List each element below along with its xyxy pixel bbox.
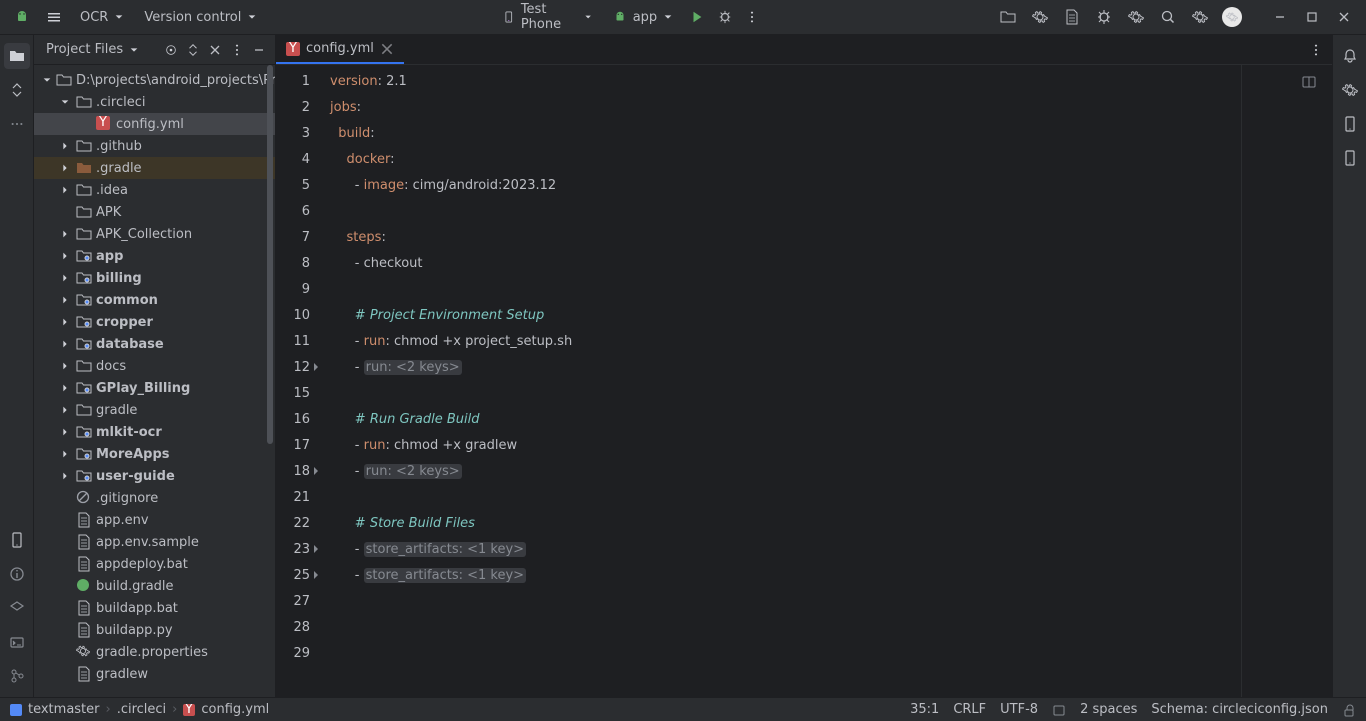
tree-item[interactable]: .github	[34, 135, 275, 157]
tree-item[interactable]: app	[34, 245, 275, 267]
file-tree[interactable]: D:\projects\android_projects\Pro .circle…	[34, 65, 275, 697]
lock-icon[interactable]	[1342, 703, 1356, 717]
structure-tool-button[interactable]	[4, 77, 30, 103]
sidebar-close[interactable]	[205, 40, 225, 60]
main-menu-button[interactable]	[40, 3, 68, 31]
sidebar-hide[interactable]	[249, 40, 269, 60]
bottom-tool-4[interactable]	[4, 629, 30, 655]
tree-item[interactable]: buildapp.bat	[34, 597, 275, 619]
editor-tabs: Y config.yml	[276, 35, 1332, 65]
right-tool-3[interactable]	[1337, 145, 1363, 171]
indent[interactable]: 2 spaces	[1080, 702, 1137, 717]
svg-text:Y: Y	[288, 42, 297, 56]
tree-item[interactable]: app.env.sample	[34, 531, 275, 553]
tree-item[interactable]: mlkit-ocr	[34, 421, 275, 443]
tree-item[interactable]: .idea	[34, 179, 275, 201]
sidebar-more[interactable]	[227, 40, 247, 60]
notifications-button[interactable]	[1337, 43, 1363, 69]
tree-item[interactable]: Yconfig.yml	[34, 113, 275, 135]
bottom-tool-1[interactable]	[4, 527, 30, 553]
window-minimize[interactable]	[1266, 3, 1294, 31]
cursor-position[interactable]: 35:1	[910, 702, 939, 717]
tree-item[interactable]: appdeploy.bat	[34, 553, 275, 575]
right-margin-line	[1241, 65, 1242, 697]
toolbar-icon-5[interactable]	[1122, 3, 1150, 31]
close-tab-icon[interactable]	[380, 42, 394, 56]
tree-item[interactable]: gradlew	[34, 663, 275, 685]
line-number-gutter: 1234567891011121516171821222325272829	[276, 65, 324, 697]
bottom-tool-5[interactable]	[4, 663, 30, 689]
run-config-selector[interactable]: app	[605, 3, 681, 31]
debug-button[interactable]	[713, 3, 737, 31]
account-avatar[interactable]	[1218, 3, 1246, 31]
tree-item[interactable]: app.env	[34, 509, 275, 531]
toolbar-icon-3[interactable]	[1058, 3, 1086, 31]
tree-item[interactable]: gradle	[34, 399, 275, 421]
app-logo-icon[interactable]	[8, 3, 36, 31]
code-editor[interactable]: 1234567891011121516171821222325272829 ve…	[276, 65, 1332, 697]
status-bar: textmaster › .circleci › Y config.yml 35…	[0, 697, 1366, 721]
select-opened-file[interactable]	[161, 40, 181, 60]
project-sidebar: Project Files D:\projects\android_projec…	[34, 35, 276, 697]
tree-scrollbar[interactable]	[267, 65, 275, 697]
tree-item[interactable]: build.gradle	[34, 575, 275, 597]
line-ending[interactable]: CRLF	[953, 702, 986, 717]
encoding[interactable]: UTF-8	[1000, 702, 1038, 717]
left-tool-stripe	[0, 35, 34, 697]
tree-item[interactable]: GPlay_Billing	[34, 377, 275, 399]
tree-item[interactable]: .gitignore	[34, 487, 275, 509]
project-tool-button[interactable]	[4, 43, 30, 69]
toolbar-icon-4[interactable]	[1090, 3, 1118, 31]
editor-area: Y config.yml 123456789101112151617182122…	[276, 35, 1332, 697]
window-close[interactable]	[1330, 3, 1358, 31]
tree-item[interactable]: .gradle	[34, 157, 275, 179]
tree-item[interactable]: docs	[34, 355, 275, 377]
more-run-button[interactable]	[740, 3, 764, 31]
more-tool-button[interactable]	[4, 111, 30, 137]
svg-text:Y: Y	[184, 704, 193, 716]
toolbar-icon-1[interactable]	[994, 3, 1022, 31]
reader-mode-icon[interactable]	[1298, 71, 1320, 93]
run-button[interactable]	[685, 3, 709, 31]
bottom-tool-2[interactable]	[4, 561, 30, 587]
right-tool-1[interactable]	[1337, 77, 1363, 103]
tree-item[interactable]: gradle.properties	[34, 641, 275, 663]
search-button[interactable]	[1154, 3, 1182, 31]
tab-more[interactable]	[1306, 40, 1326, 60]
tree-item[interactable]: cropper	[34, 311, 275, 333]
tree-item[interactable]: MoreApps	[34, 443, 275, 465]
device-selector[interactable]: Test Phone	[495, 3, 600, 31]
right-tool-stripe	[1332, 35, 1366, 697]
schema[interactable]: Schema: circleciconfig.json	[1151, 702, 1328, 717]
tree-item[interactable]: user-guide	[34, 465, 275, 487]
tree-item[interactable]: APK_Collection	[34, 223, 275, 245]
tree-item[interactable]: buildapp.py	[34, 619, 275, 641]
tree-item[interactable]: billing	[34, 267, 275, 289]
toolbar-icon-2[interactable]	[1026, 3, 1054, 31]
yaml-file-icon: Y	[286, 42, 300, 56]
bottom-tool-3[interactable]	[4, 595, 30, 621]
readonly-icon[interactable]	[1052, 703, 1066, 717]
tree-item[interactable]: common	[34, 289, 275, 311]
project-selector[interactable]: OCR	[72, 3, 132, 31]
project-view-selector[interactable]: Project Files	[40, 42, 145, 57]
tab-config-yml[interactable]: Y config.yml	[276, 35, 404, 64]
tree-item[interactable]: .circleci	[34, 91, 275, 113]
tree-item[interactable]: database	[34, 333, 275, 355]
titlebar: OCR Version control Test Phone app	[0, 0, 1366, 35]
window-maximize[interactable]	[1298, 3, 1326, 31]
svg-text:Y: Y	[98, 116, 107, 130]
tree-root[interactable]: D:\projects\android_projects\Pro	[34, 69, 275, 91]
right-tool-2[interactable]	[1337, 111, 1363, 137]
tree-item[interactable]: APK	[34, 201, 275, 223]
vcs-menu[interactable]: Version control	[136, 3, 265, 31]
settings-button[interactable]	[1186, 3, 1214, 31]
expand-all[interactable]	[183, 40, 203, 60]
breadcrumb[interactable]: textmaster › .circleci › Y config.yml	[10, 702, 269, 717]
